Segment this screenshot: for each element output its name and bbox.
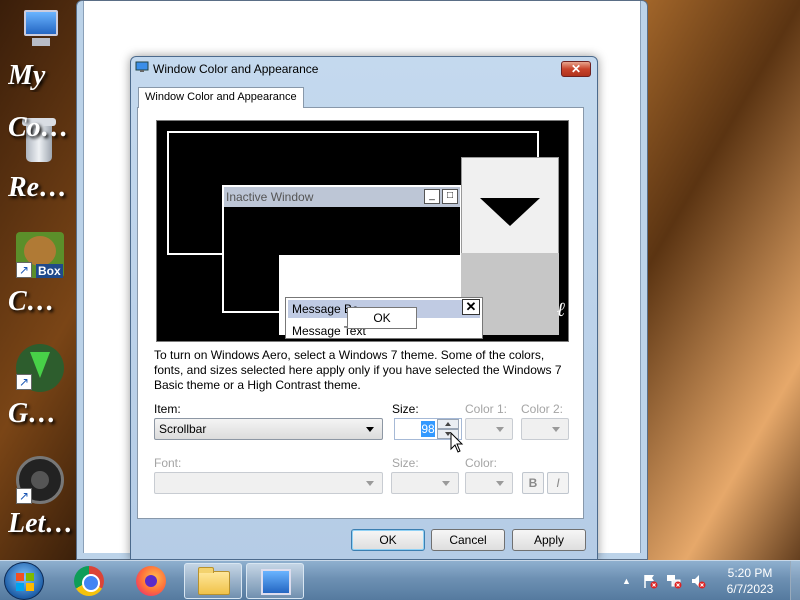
shortcut-arrow-icon: ↗ [16,374,32,390]
size-label: Size: [392,402,419,416]
desktop-label-my[interactable]: My [8,60,78,92]
computer-icon[interactable] [20,8,64,50]
show-desktop-button[interactable] [790,561,800,600]
spin-up-button[interactable] [437,419,459,429]
item-dropdown[interactable]: Scrollbar [154,418,383,440]
preview-scrollbar-button [461,157,559,257]
font-size-label: Size: [392,456,419,470]
cancel-button[interactable]: Cancel [431,529,505,551]
tray-expand-icon[interactable]: ▲ [622,576,631,586]
taskbar-firefox[interactable] [122,563,180,599]
taskbar-chrome[interactable] [60,563,118,599]
chevron-down-icon [366,427,374,432]
box-badge: Box [36,264,63,278]
desktop-label-let[interactable]: Let… [8,508,78,540]
display-icon [261,569,291,595]
chevron-down-icon [366,481,374,486]
tab-window-color[interactable]: Window Color and Appearance [138,87,304,108]
taskbar-explorer[interactable] [184,563,242,599]
volume-muted-icon[interactable] [690,573,706,589]
chrome-icon [74,566,104,596]
color1-picker[interactable] [465,418,513,440]
firefox-icon [136,566,166,596]
item-label: Item: [154,402,181,416]
italic-button[interactable]: I [547,472,569,494]
preview-window-text-glyph: ℓ [557,299,566,321]
clock-date: 6/7/2023 [726,582,774,596]
color2-label: Color 2: [521,402,564,416]
chevron-down-icon [442,481,450,486]
font-label: Font: [154,456,182,470]
chevron-down-icon [496,481,504,486]
font-size-dropdown[interactable] [391,472,459,494]
folder-icon [198,567,230,595]
font-color-label: Color: [465,456,498,470]
windows-logo-icon [16,573,34,591]
window-color-dialog: Window Color and Appearance ✕ Window Col… [130,56,598,560]
preview-ok-button: OK [347,307,417,329]
apply-button[interactable]: Apply [512,529,586,551]
display-icon [135,61,149,72]
desktop-label-recycle[interactable]: Re… [8,172,78,204]
preview-close-icon: ✕ [462,299,480,315]
preview-minimize-icon: _ [424,189,440,204]
close-button[interactable]: ✕ [561,61,591,77]
chevron-down-icon [552,427,560,432]
clock-time: 5:20 PM [727,566,773,580]
color2-picker[interactable] [521,418,569,440]
aero-description: To turn on Windows Aero, select a Window… [154,348,562,392]
desktop-label-computer[interactable]: Co… [8,112,78,144]
chevron-down-icon [496,427,504,432]
size-value[interactable]: 98 [421,421,435,437]
font-color-picker[interactable] [465,472,513,494]
network-icon[interactable] [666,573,682,589]
action-center-flag-icon[interactable] [642,573,658,589]
shortcut-arrow-icon: ↗ [16,488,32,504]
preview-maximize-icon: □ [442,189,458,204]
desktop-label-g[interactable]: G… [8,398,78,430]
color1-label: Color 1: [465,402,508,416]
taskbar: ▲ 5:20 PM 6/7/2023 [0,560,800,600]
shortcut-arrow-icon: ↗ [16,262,32,278]
mouse-cursor-icon [450,432,464,453]
system-clock[interactable]: 5:20 PM 6/7/2023 [718,565,782,597]
start-button[interactable] [4,562,44,600]
tab-panel: Inactive Window _ □ ℓ Message Bo ✕ Messa… [137,107,584,519]
desktop-label-c[interactable]: C… [8,286,78,318]
dialog-title: Window Color and Appearance [153,62,319,76]
bold-button[interactable]: B [522,472,544,494]
ok-button[interactable]: OK [351,529,425,551]
appearance-preview[interactable]: Inactive Window _ □ ℓ Message Bo ✕ Messa… [156,120,569,342]
taskbar-display-settings[interactable] [246,563,304,599]
font-dropdown[interactable] [154,472,383,494]
scroll-down-arrow-icon [480,198,540,226]
item-dropdown-value: Scrollbar [159,422,207,436]
